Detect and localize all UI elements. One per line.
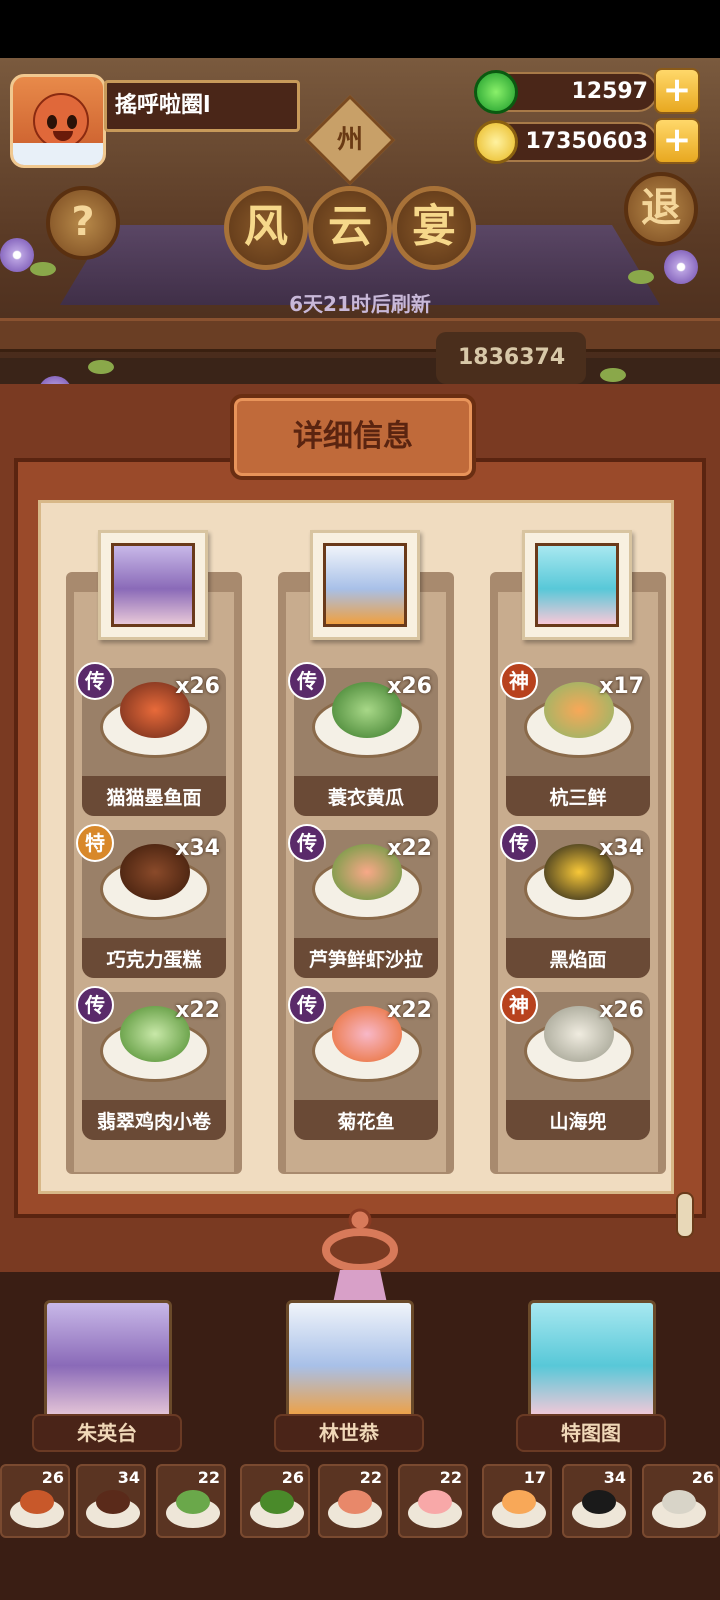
dish-count: x22 <box>387 836 432 861</box>
dish-name: 芦笋鲜虾沙拉 <box>308 949 423 971</box>
game-screen: { "player": {"name": "搖呼啦圈l"}, "currency… <box>0 0 720 1600</box>
character-card-2[interactable] <box>286 1300 414 1420</box>
scroll-handle[interactable] <box>676 1192 694 1238</box>
wooden-beam <box>0 318 720 352</box>
status-bar <box>0 0 720 58</box>
mini-dish[interactable]: 26 <box>240 1464 310 1538</box>
dish-count: x34 <box>175 836 220 861</box>
mini-dish[interactable]: 26 <box>0 1464 70 1538</box>
character-name: 林世恭 <box>274 1414 424 1452</box>
rarity-badge: 传 <box>288 824 326 862</box>
mini-dish[interactable]: 22 <box>156 1464 226 1538</box>
rarity-badge: 传 <box>500 824 538 862</box>
dish-tile[interactable]: x26 山海兜 神 <box>500 986 650 1140</box>
mini-dish-count: 26 <box>41 1468 64 1487</box>
rarity-badge: 神 <box>500 986 538 1024</box>
dish-count: x26 <box>599 998 644 1023</box>
dish-name: 猫猫墨鱼面 <box>106 787 202 809</box>
dish-count: x26 <box>387 674 432 699</box>
rarity-badge: 传 <box>288 986 326 1024</box>
coin-icon <box>474 120 518 164</box>
character-card-1[interactable] <box>44 1300 172 1420</box>
add-jade-button[interactable]: + <box>654 68 700 114</box>
mini-dish[interactable]: 34 <box>76 1464 146 1538</box>
chef-portrait-3[interactable] <box>522 530 632 640</box>
mini-dish[interactable]: 34 <box>562 1464 632 1538</box>
dish-tile[interactable]: x26 猫猫墨鱼面 传 <box>76 662 226 816</box>
dish-tile[interactable]: x34 巧克力蛋糕 特 <box>76 824 226 978</box>
dish-count: x26 <box>175 674 220 699</box>
rarity-badge: 传 <box>76 986 114 1024</box>
rarity-badge: 传 <box>288 662 326 700</box>
dish-tile[interactable]: x22 芦笋鲜虾沙拉 传 <box>288 824 438 978</box>
dish-tile[interactable]: x34 黑焰面 传 <box>500 824 650 978</box>
dish-name: 蓑衣黄瓜 <box>327 787 404 809</box>
dish-name: 黑焰面 <box>549 949 607 971</box>
chef-portrait-1[interactable] <box>98 530 208 640</box>
mini-dish-count: 22 <box>359 1468 382 1487</box>
dish-count: x34 <box>599 836 644 861</box>
refresh-timer: 6天21时后刷新 <box>289 292 431 316</box>
title-char-3: 宴 <box>392 186 476 270</box>
character-card-3[interactable] <box>528 1300 656 1420</box>
leaf-decoration <box>600 368 626 382</box>
help-button[interactable]: ? <box>46 186 120 260</box>
rarity-badge: 特 <box>76 824 114 862</box>
mini-dish-count: 22 <box>439 1468 462 1487</box>
mini-dish[interactable]: 22 <box>318 1464 388 1538</box>
dish-tile[interactable]: x26 蓑衣黄瓜 传 <box>288 662 438 816</box>
character-name: 朱英台 <box>32 1414 182 1452</box>
panel-title: 详细信息 <box>230 394 476 480</box>
mini-dish[interactable]: 26 <box>642 1464 720 1538</box>
leaf-decoration <box>88 360 114 374</box>
dish-name: 菊花鱼 <box>337 1111 395 1133</box>
leaf-decoration <box>628 270 654 284</box>
add-coins-button[interactable]: + <box>654 118 700 164</box>
mini-dish-count: 22 <box>197 1468 220 1487</box>
score-display: 1836374 <box>436 332 586 384</box>
mini-dish-count: 26 <box>691 1468 714 1487</box>
player-avatar[interactable] <box>10 74 106 168</box>
chef-portrait-2[interactable] <box>310 530 420 640</box>
dish-name: 巧克力蛋糕 <box>106 949 202 971</box>
knot-decoration <box>318 1208 402 1308</box>
mini-dish-count: 26 <box>281 1468 304 1487</box>
jade-icon <box>474 70 518 114</box>
dish-name: 山海兜 <box>549 1111 607 1133</box>
dish-tile[interactable]: x22 翡翠鸡肉小卷 传 <box>76 986 226 1140</box>
title-char-1: 风 <box>224 186 308 270</box>
leaf-decoration <box>30 262 56 276</box>
mini-dish-count: 34 <box>117 1468 140 1487</box>
player-name: 搖呼啦圈l <box>104 80 300 132</box>
dish-tile[interactable]: x17 杭三鲜 神 <box>500 662 650 816</box>
mini-dish-count: 17 <box>523 1468 546 1487</box>
dish-count: x17 <box>599 674 644 699</box>
mini-dish-count: 34 <box>603 1468 626 1487</box>
dish-tile[interactable]: x22 菊花鱼 传 <box>288 986 438 1140</box>
location-sign-text: 州 <box>336 125 363 155</box>
mini-dish[interactable]: 17 <box>482 1464 552 1538</box>
mini-dish[interactable]: 22 <box>398 1464 468 1538</box>
character-name: 特图图 <box>516 1414 666 1452</box>
dish-name: 杭三鲜 <box>549 787 607 809</box>
dish-name: 翡翠鸡肉小卷 <box>96 1111 211 1133</box>
rarity-badge: 传 <box>76 662 114 700</box>
flower-decoration <box>0 238 34 272</box>
rarity-badge: 神 <box>500 662 538 700</box>
flower-decoration <box>664 250 698 284</box>
exit-button[interactable]: 退 <box>624 172 698 246</box>
dish-count: x22 <box>175 998 220 1023</box>
title-char-2: 云 <box>308 186 392 270</box>
dish-count: x22 <box>387 998 432 1023</box>
